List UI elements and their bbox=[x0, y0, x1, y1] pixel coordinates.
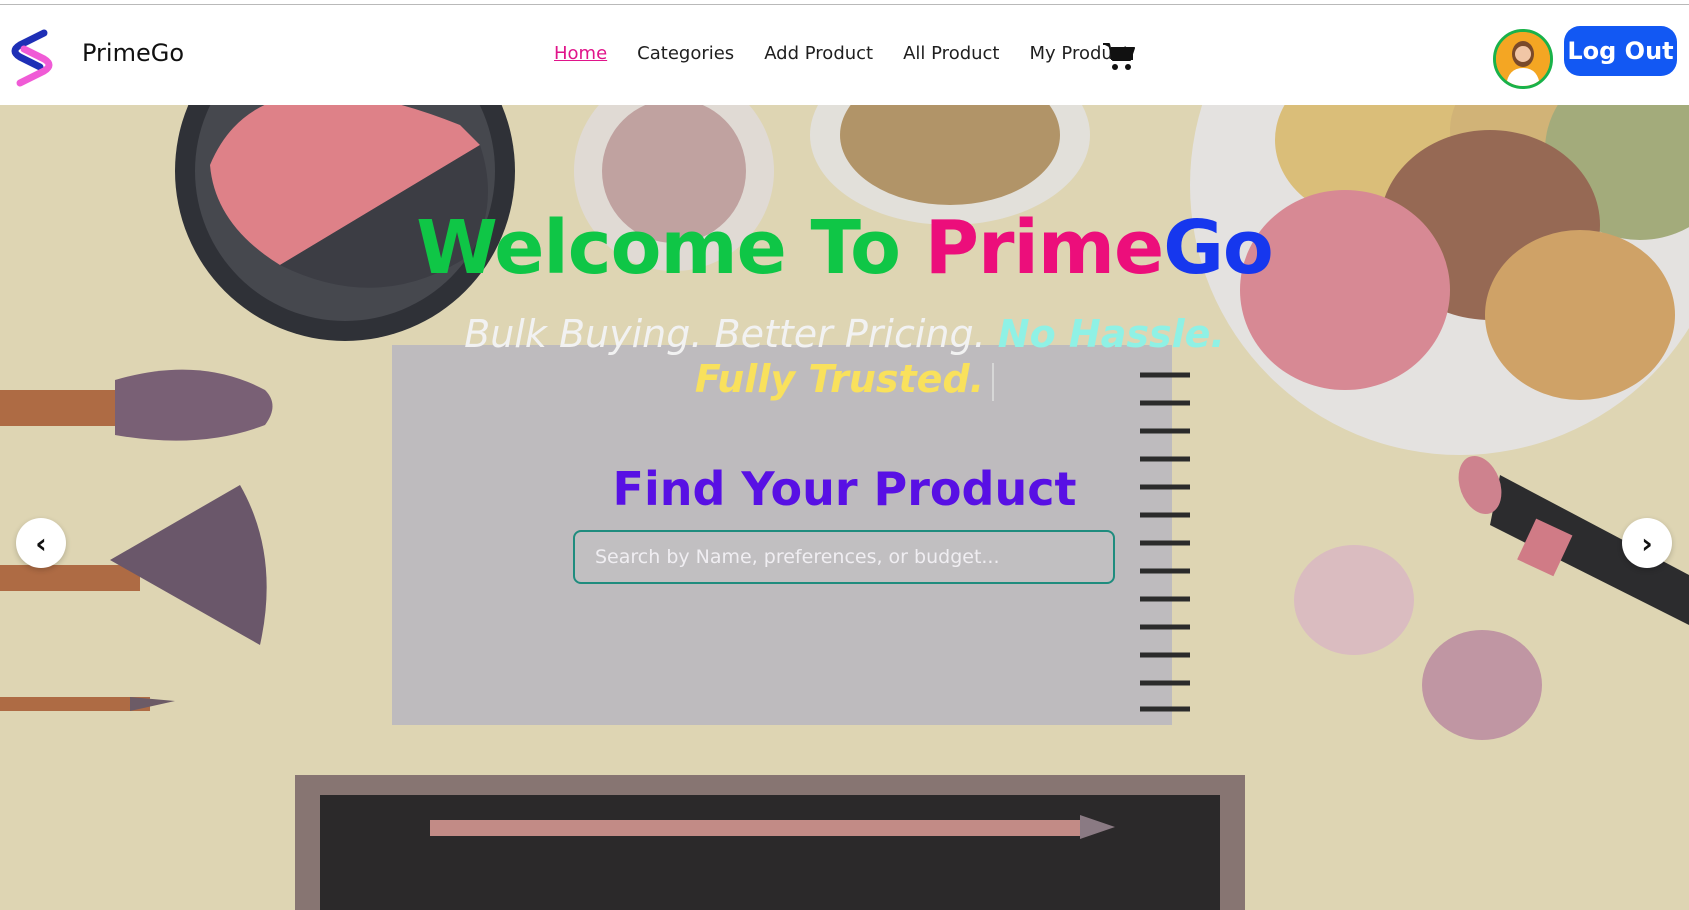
carousel-next-button[interactable]: › bbox=[1622, 518, 1672, 568]
hero-tagline-line1: Bulk Buying. Better Pricing. No Hassle. bbox=[0, 312, 1689, 356]
shopping-cart-icon[interactable] bbox=[1103, 41, 1135, 71]
nav-add-product[interactable]: Add Product bbox=[764, 43, 873, 64]
nav-all-product[interactable]: All Product bbox=[903, 43, 999, 64]
tagline-main: Bulk Buying. Better Pricing. bbox=[464, 312, 998, 356]
nav-home[interactable]: Home bbox=[554, 43, 607, 64]
product-search-input[interactable] bbox=[573, 530, 1115, 584]
hero-banner: Welcome To PrimeGo Bulk Buying. Better P… bbox=[0, 105, 1689, 910]
welcome-brand-prime: Prime bbox=[924, 205, 1164, 291]
brand-name[interactable]: PrimeGo bbox=[82, 39, 184, 67]
carousel-prev-button[interactable]: ‹ bbox=[16, 518, 66, 568]
find-product-title: Find Your Product bbox=[612, 462, 1077, 516]
user-avatar[interactable] bbox=[1493, 29, 1553, 89]
logout-button[interactable]: Log Out bbox=[1564, 26, 1677, 76]
brand-logo-icon[interactable] bbox=[4, 25, 60, 91]
tagline-highlight: No Hassle. bbox=[997, 312, 1225, 356]
welcome-brand-go: Go bbox=[1163, 205, 1274, 291]
nav-categories[interactable]: Categories bbox=[637, 43, 734, 64]
tagline-trusted: Fully Trusted. bbox=[694, 357, 985, 401]
main-nav: Home Categories Add Product All Product … bbox=[554, 43, 1130, 64]
hero-tagline-line2: Fully Trusted. bbox=[0, 357, 1689, 401]
typing-caret bbox=[992, 362, 995, 401]
welcome-text: Welcome To bbox=[416, 205, 925, 291]
hero-welcome-title: Welcome To PrimeGo bbox=[0, 205, 1689, 291]
navbar: PrimeGo Home Categories Add Product All … bbox=[0, 5, 1689, 105]
